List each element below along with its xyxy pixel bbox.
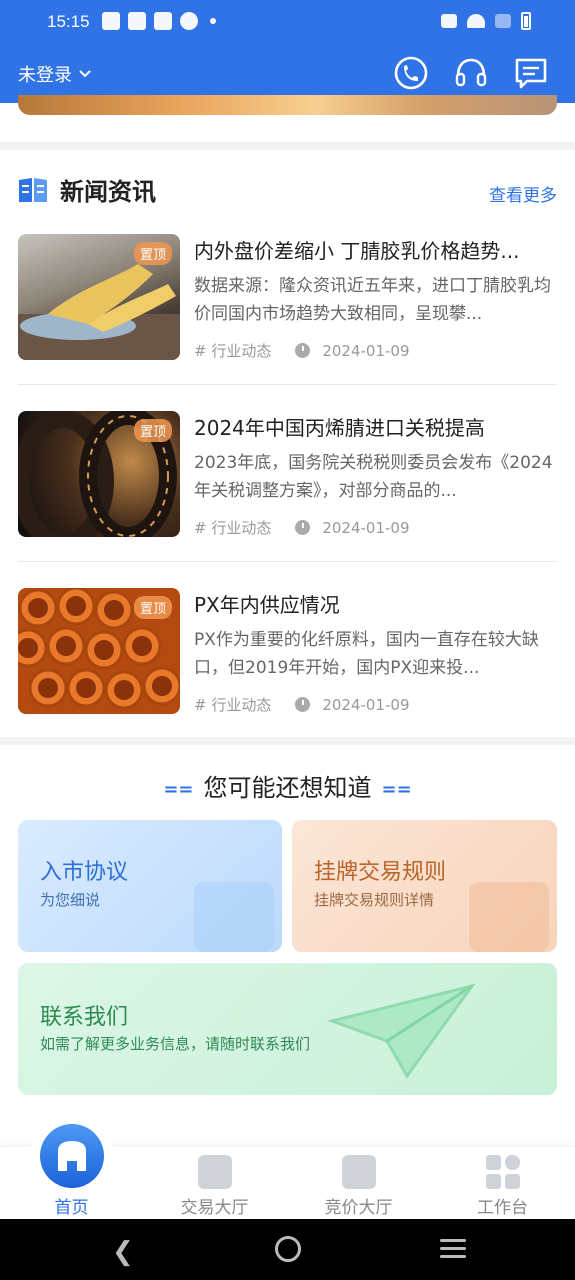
recent-apps-icon[interactable]	[440, 1239, 466, 1263]
back-icon[interactable]: ❮	[112, 1237, 134, 1267]
clock-icon	[295, 343, 311, 358]
news-summary: 数据来源：隆众资讯近五年来，进口丁腈胶乳均价同国内市场趋势大致相同，呈现攀...	[194, 276, 551, 324]
know-more-title-text: 您可能还想知道	[203, 774, 372, 802]
news-thumbnail-pipes: 置顶	[18, 588, 180, 714]
listing-rules-card[interactable]: 挂牌交易规则 挂牌交易规则详情	[292, 820, 557, 952]
status-bar: 15:15	[0, 0, 575, 46]
message-icon[interactable]	[513, 56, 549, 90]
status-time: 15:15	[47, 12, 90, 31]
tab-bidding-hall-label: 竞价大厅	[324, 1198, 393, 1218]
phone-icon[interactable]	[393, 56, 429, 90]
pinned-badge: 置顶	[133, 419, 172, 442]
battery-icon	[521, 12, 531, 30]
login-label: 未登录	[18, 65, 72, 86]
more-notifications-icon	[210, 18, 216, 24]
mail-icon	[128, 12, 146, 30]
news-date: 2024-01-09	[322, 518, 410, 537]
news-item[interactable]: 置顶 内外盘价差缩小 丁腈胶乳价格趋势... 数据来源：隆众资讯近五年来，进口丁…	[18, 234, 557, 362]
section-divider	[0, 737, 575, 745]
card-subtitle: 挂牌交易规则详情	[314, 891, 435, 909]
news-date: 2024-01-09	[322, 695, 410, 714]
chevron-down-icon	[79, 70, 91, 78]
vibrate-icon	[441, 14, 457, 28]
card-subtitle: 为您细说	[40, 891, 101, 909]
divider	[18, 561, 557, 562]
card-title: 挂牌交易规则	[314, 860, 447, 885]
market-agreement-card[interactable]: 入市协议 为您细说	[18, 820, 282, 952]
divider	[18, 384, 557, 385]
news-meta: # 行业动态 2024-01-09	[194, 694, 410, 715]
news-thumbnail-tires: 置顶	[18, 411, 180, 537]
banner-image[interactable]	[18, 95, 557, 115]
tab-workbench[interactable]: 工作台	[431, 1147, 574, 1219]
news-meta: # 行业动态 2024-01-09	[194, 517, 410, 538]
header-actions	[393, 56, 549, 90]
signal-icon	[495, 14, 511, 28]
card-title: 联系我们	[40, 1005, 129, 1030]
mail-icon-2	[154, 12, 172, 30]
section-divider	[0, 142, 575, 150]
system-icons	[441, 12, 531, 30]
news-item[interactable]: 置顶 2024年中国丙烯腈进口关税提高 2023年底，国务院关税税则委员会发布《…	[18, 411, 557, 539]
login-dropdown[interactable]: 未登录	[18, 61, 92, 87]
news-tag: # 行业动态	[194, 519, 272, 537]
news-title: PX年内供应情况	[194, 593, 340, 617]
news-book-icon	[19, 177, 47, 202]
title-decoration-icon: ==	[163, 778, 194, 800]
document-icon	[194, 882, 274, 952]
tab-bidding-hall[interactable]: 竞价大厅	[287, 1147, 430, 1219]
clock-icon	[295, 520, 311, 535]
top-header: 15:15 未登录	[0, 0, 575, 103]
news-title: 2024年中国丙烯腈进口关税提高	[194, 416, 485, 440]
grid-icon	[486, 1155, 520, 1189]
paper-plane-icon	[327, 983, 476, 1079]
pinned-badge: 置顶	[133, 242, 172, 265]
tab-home-label: 首页	[54, 1198, 89, 1218]
tab-trading-hall-label: 交易大厅	[180, 1198, 249, 1218]
app-notification-icon	[180, 12, 198, 30]
view-more-link[interactable]: 查看更多	[489, 181, 557, 206]
tab-home[interactable]: 首页	[0, 1147, 143, 1219]
news-item[interactable]: 置顶 PX年内供应情况 PX作为重要的化纤原料，国内一直存在较大缺口，但2019…	[18, 588, 557, 716]
headset-icon[interactable]	[453, 56, 489, 90]
news-meta: # 行业动态 2024-01-09	[194, 340, 410, 361]
news-summary: PX作为重要的化纤原料，国内一直存在较大缺口，但2019年开始，国内PX迎来投.…	[194, 630, 539, 678]
news-tag: # 行业动态	[194, 342, 272, 360]
news-tag: # 行业动态	[194, 696, 272, 714]
card-subtitle: 如需了解更多业务信息，请随时联系我们	[40, 1035, 311, 1053]
tab-workbench-label: 工作台	[477, 1198, 528, 1218]
clock-icon	[295, 697, 311, 712]
news-thumbnail-gloves: 置顶	[18, 234, 180, 360]
tab-trading-hall[interactable]: 交易大厅	[143, 1147, 286, 1219]
news-date: 2024-01-09	[322, 341, 410, 360]
news-header: 新闻资讯	[18, 172, 156, 207]
home-circle-icon[interactable]	[275, 1236, 301, 1262]
title-decoration-icon: ==	[381, 778, 412, 800]
exchange-doc-icon	[469, 882, 549, 952]
news-section-title: 新闻资讯	[60, 178, 156, 206]
card-title: 入市协议	[40, 860, 129, 885]
system-navigation-bar: ❮	[0, 1219, 575, 1280]
auction-hammer-icon	[342, 1155, 376, 1189]
notification-icons	[102, 12, 216, 30]
contact-us-card[interactable]: 联系我们 如需了解更多业务信息，请随时联系我们	[18, 963, 557, 1095]
wifi-icon	[467, 14, 485, 28]
news-title: 内外盘价差缩小 丁腈胶乳价格趋势...	[194, 239, 520, 263]
telegram-icon	[102, 12, 120, 30]
trade-exchange-icon	[198, 1155, 232, 1189]
know-more-title: == 您可能还想知道 ==	[0, 768, 575, 803]
news-summary: 2023年底，国务院关税税则委员会发布《2024年关税调整方案》，对部分商品的.…	[194, 453, 553, 501]
pinned-badge: 置顶	[133, 596, 172, 619]
